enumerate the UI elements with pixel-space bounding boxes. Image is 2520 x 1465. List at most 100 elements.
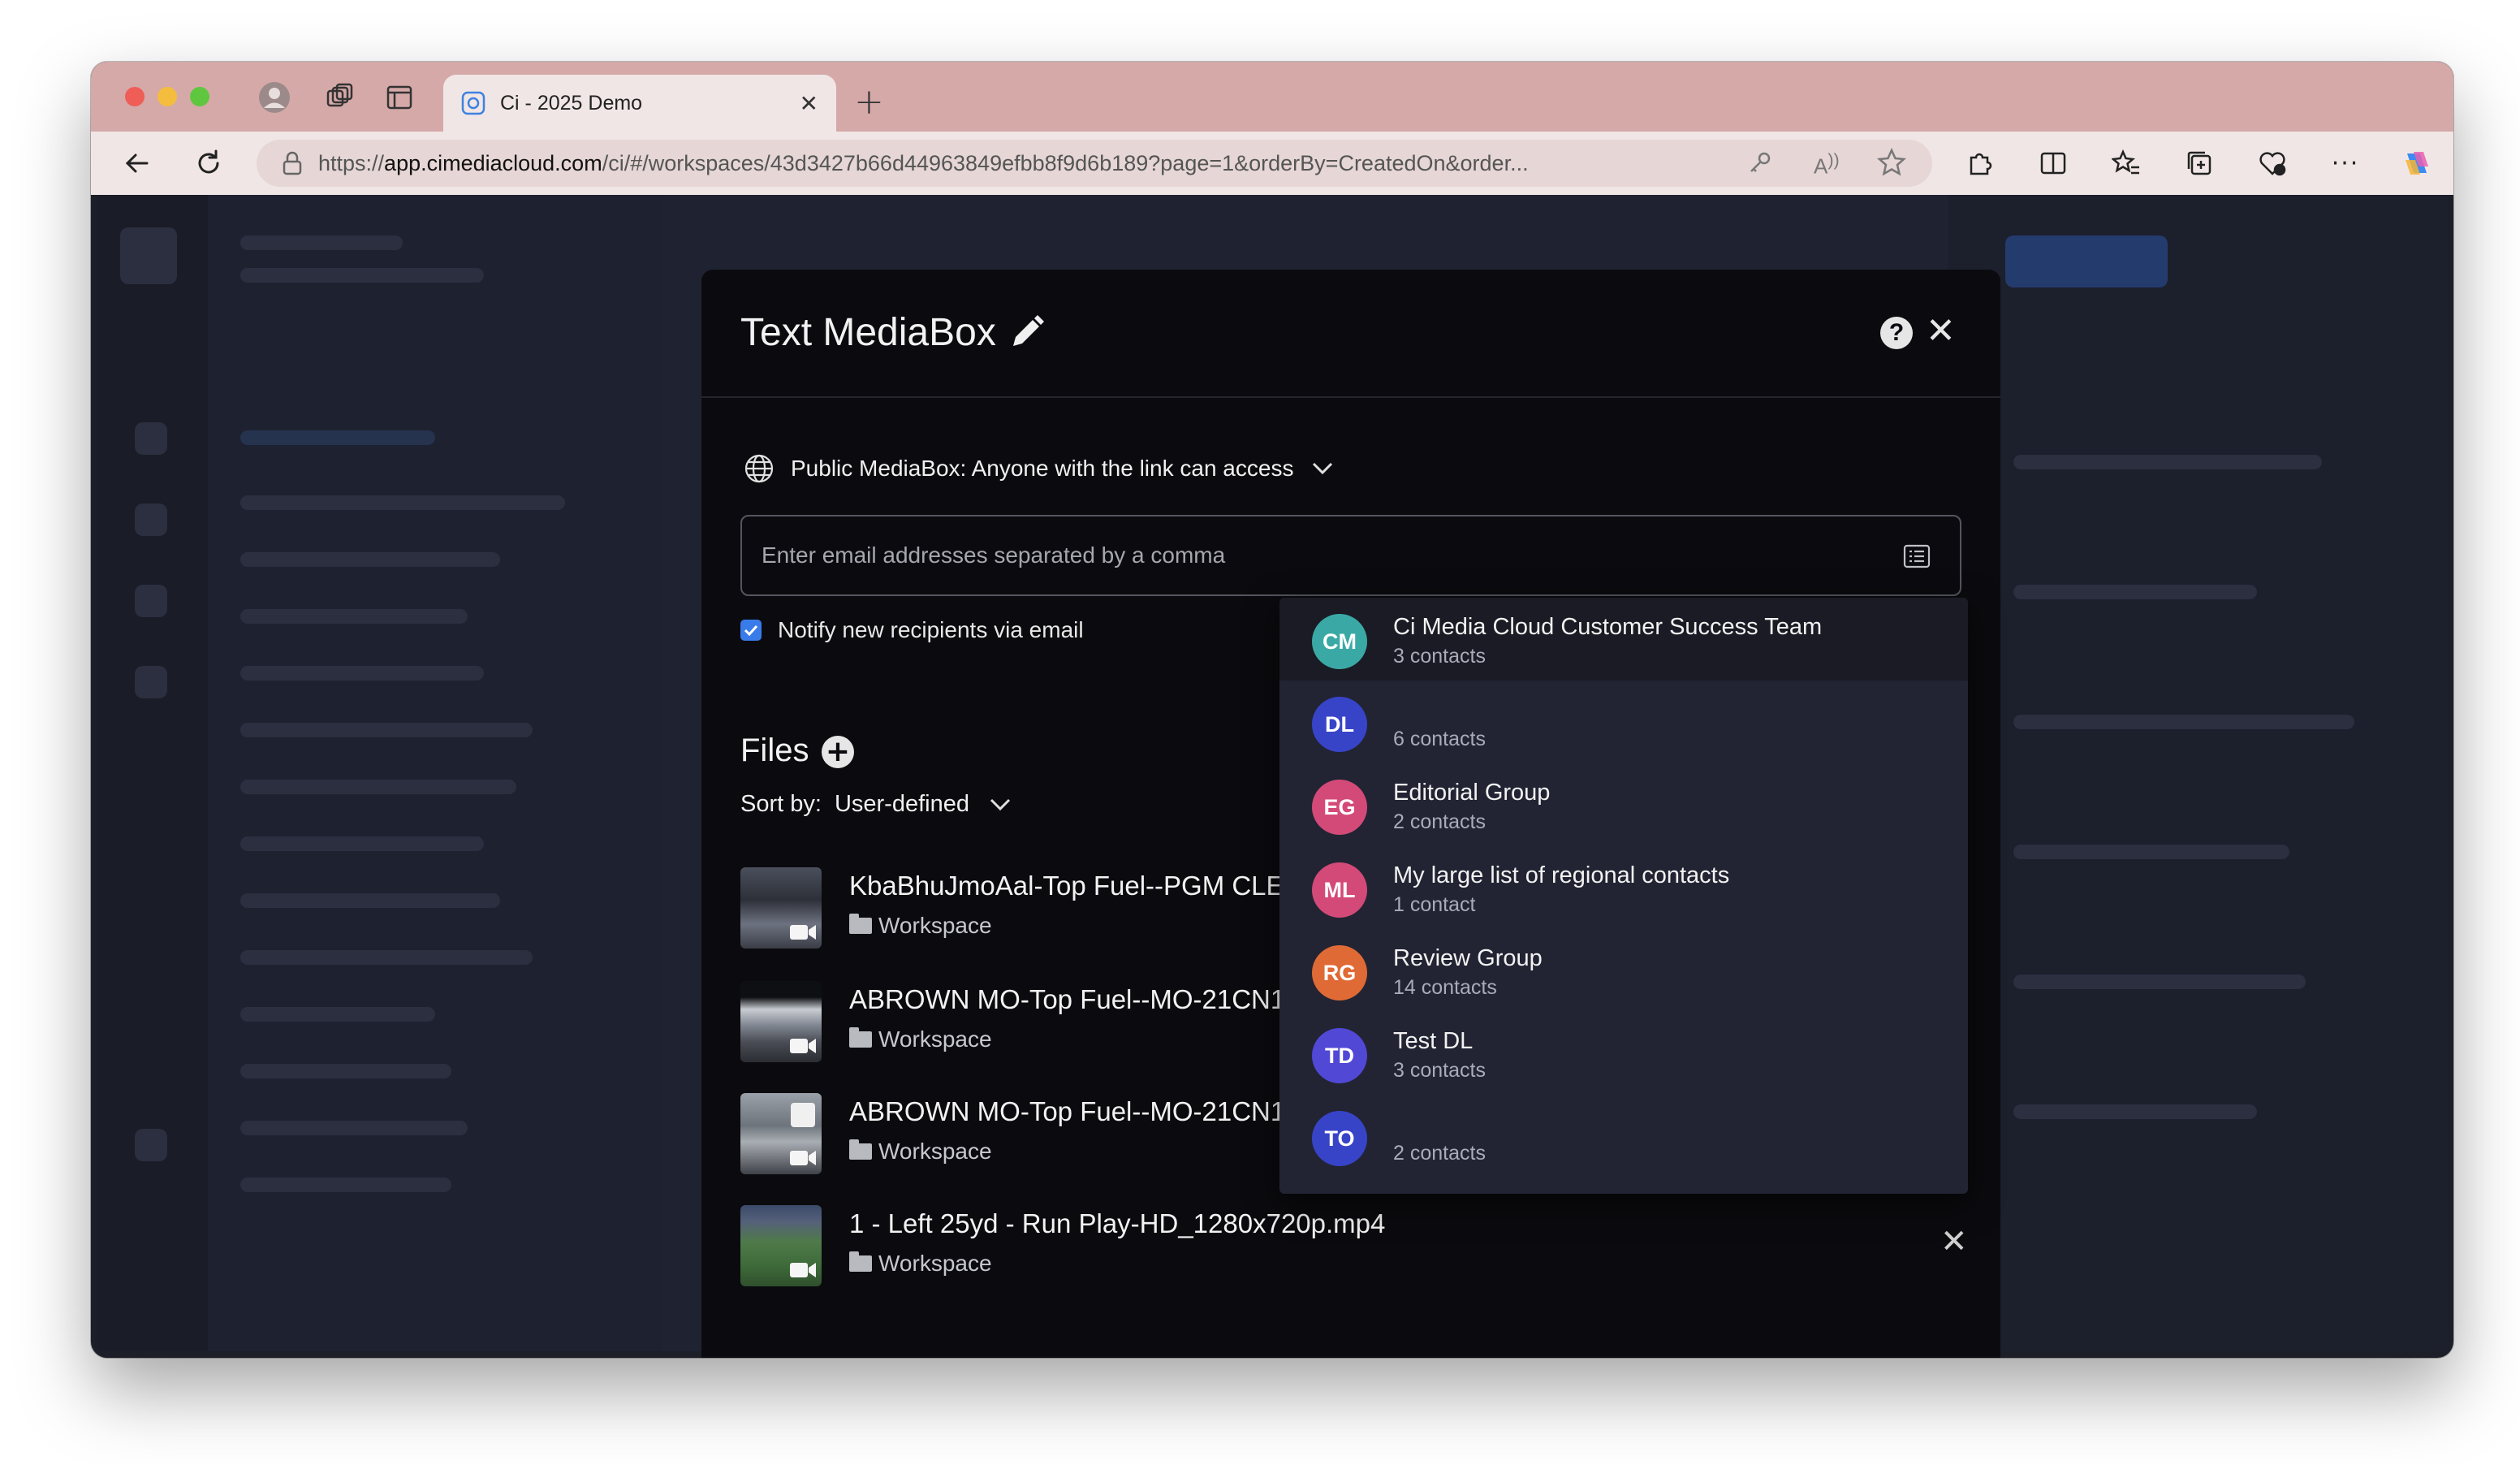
- back-arrow-icon[interactable]: [119, 145, 156, 182]
- details-panel: [1948, 195, 2447, 1351]
- contact-count: 1 contact: [1393, 893, 1476, 916]
- contact-suggestion[interactable]: ML My large list of regional contacts 1 …: [1279, 846, 1968, 929]
- profile-icon[interactable]: [257, 80, 292, 115]
- edit-title-pencil-icon[interactable]: [1008, 313, 1046, 354]
- contact-name: Review Group: [1393, 945, 1543, 971]
- avatar: ML: [1312, 862, 1367, 918]
- file-name: 1 - Left 25yd - Run Play-HD_1280x720p.mp…: [849, 1208, 1386, 1238]
- contact-count: 2 contacts: [1393, 810, 1486, 833]
- video-camera-icon: [790, 1151, 816, 1165]
- contact-name: Test DL: [1393, 1028, 1474, 1054]
- file-location: Workspace: [849, 1139, 992, 1165]
- collections-icon[interactable]: [2181, 145, 2218, 182]
- nav-icon: [135, 503, 167, 536]
- modal-header: Text MediaBox ? ✕: [701, 270, 2000, 398]
- tab-title: Ci - 2025 Demo: [500, 91, 643, 115]
- remove-file-icon[interactable]: ✕: [1940, 1223, 1968, 1260]
- tab-close-icon[interactable]: ✕: [800, 90, 818, 117]
- contact-suggestion[interactable]: CM Ci Media Cloud Customer Success Team …: [1279, 598, 1968, 681]
- file-name: ABROWN MO-Top Fuel--MO-21CN1-: [849, 984, 1295, 1014]
- contact-suggestion[interactable]: RG Review Group 14 contacts: [1279, 929, 1968, 1012]
- refresh-icon[interactable]: [190, 145, 227, 182]
- contact-count: 3 contacts: [1393, 645, 1486, 668]
- notify-checkbox[interactable]: [740, 620, 762, 641]
- nav-icon: [135, 585, 167, 617]
- files-heading: Files: [740, 732, 809, 768]
- avatar: EG: [1312, 780, 1367, 835]
- notify-checkbox-row[interactable]: Notify new recipients via email: [740, 617, 1084, 643]
- file-name: KbaBhuJmoAal-Top Fuel--PGM CLEAR: [849, 871, 1322, 901]
- maximize-window-button[interactable]: [190, 87, 209, 106]
- file-thumbnail: [740, 1093, 822, 1174]
- read-aloud-icon[interactable]: A)): [1814, 149, 1840, 179]
- file-thumbnail: [740, 1205, 822, 1286]
- new-tab-button[interactable]: +: [854, 81, 884, 123]
- contact-count: 14 contacts: [1393, 976, 1497, 999]
- favorite-star-icon[interactable]: [1876, 147, 1907, 180]
- sort-selector[interactable]: Sort by: User-defined: [740, 791, 1012, 818]
- add-file-plus-icon[interactable]: +: [822, 736, 854, 768]
- lock-icon[interactable]: [281, 151, 304, 175]
- close-window-button[interactable]: [125, 87, 145, 106]
- folder-icon: [849, 914, 872, 934]
- tab-ci-demo[interactable]: Ci - 2025 Demo ✕: [443, 75, 836, 132]
- email-input[interactable]: [740, 515, 1961, 596]
- split-screen-icon[interactable]: [2035, 145, 2072, 182]
- modal-title: Text MediaBox: [740, 311, 996, 354]
- video-camera-icon: [790, 1263, 816, 1277]
- contact-suggestion[interactable]: TO 2 contacts: [1279, 1095, 1968, 1178]
- avatar: TD: [1312, 1028, 1367, 1083]
- address-bar[interactable]: https://app.cimediacloud.com/ci/#/worksp…: [257, 140, 1932, 187]
- access-selector[interactable]: Public MediaBox: Anyone with the link ca…: [744, 453, 1334, 484]
- notify-label: Notify new recipients via email: [778, 617, 1084, 642]
- contact-name: Editorial Group: [1393, 780, 1551, 806]
- browser-essentials-icon[interactable]: [2254, 145, 2291, 182]
- contact-name: My large list of regional contacts: [1393, 862, 1730, 888]
- sort-label: Sort by:: [740, 791, 822, 817]
- video-camera-icon: [790, 1039, 816, 1053]
- file-location: Workspace: [849, 1251, 992, 1277]
- ci-favicon-icon: [461, 91, 485, 115]
- tab-strip: Ci - 2025 Demo ✕ +: [91, 62, 2453, 132]
- favorites-icon[interactable]: [2108, 145, 2145, 182]
- contact-suggestion[interactable]: TD Test DL 3 contacts: [1279, 1012, 1968, 1095]
- workspace-nav: [208, 195, 662, 1351]
- help-icon[interactable]: ?: [1880, 317, 1913, 349]
- folder-icon: [849, 1251, 872, 1272]
- file-location: Workspace: [849, 913, 992, 939]
- contact-list-icon[interactable]: [1903, 544, 1931, 572]
- browser-window: Ci - 2025 Demo ✕ + https://app.cimediacl…: [91, 62, 2453, 1358]
- minimize-window-button[interactable]: [158, 87, 177, 106]
- avatar: TO: [1312, 1111, 1367, 1166]
- contact-count: 6 contacts: [1393, 728, 1486, 750]
- file-name: ABROWN MO-Top Fuel--MO-21CN1-: [849, 1096, 1295, 1126]
- nav-icon: [135, 422, 167, 455]
- contact-count: 2 contacts: [1393, 1142, 1486, 1165]
- sort-value: User-defined: [834, 791, 969, 817]
- video-camera-icon: [790, 925, 816, 940]
- avatar: CM: [1312, 614, 1367, 669]
- key-icon[interactable]: [1747, 149, 1773, 179]
- copilot-icon[interactable]: [2398, 145, 2436, 182]
- contact-suggestions-dropdown: CM Ci Media Cloud Customer Success Team …: [1279, 598, 1968, 1194]
- close-icon[interactable]: ✕: [1926, 310, 1956, 352]
- more-menu-icon[interactable]: ···: [2327, 145, 2364, 182]
- file-row[interactable]: 1 - Left 25yd - Run Play-HD_1280x720p.mp…: [740, 1205, 1983, 1286]
- workspaces-icon[interactable]: [321, 80, 357, 115]
- app-sidebar: [97, 195, 208, 1351]
- extensions-icon[interactable]: [1961, 145, 1999, 182]
- avatar: RG: [1312, 945, 1367, 1000]
- nav-icon: [135, 666, 167, 698]
- file-thumbnail: [740, 981, 822, 1062]
- contact-name: Ci Media Cloud Customer Success Team: [1393, 614, 1823, 640]
- contact-count: 3 contacts: [1393, 1059, 1486, 1082]
- contact-suggestion[interactable]: EG Editorial Group 2 contacts: [1279, 763, 1968, 846]
- background-primary-button: [2005, 236, 2168, 287]
- contact-suggestion[interactable]: DL 6 contacts: [1279, 681, 1968, 763]
- avatar: DL: [1312, 697, 1367, 752]
- nav-icon: [135, 1129, 167, 1161]
- folder-icon: [849, 1139, 872, 1160]
- file-location: Workspace: [849, 1026, 992, 1052]
- chevron-down-icon: [1313, 462, 1333, 475]
- vertical-tabs-icon[interactable]: [382, 80, 417, 115]
